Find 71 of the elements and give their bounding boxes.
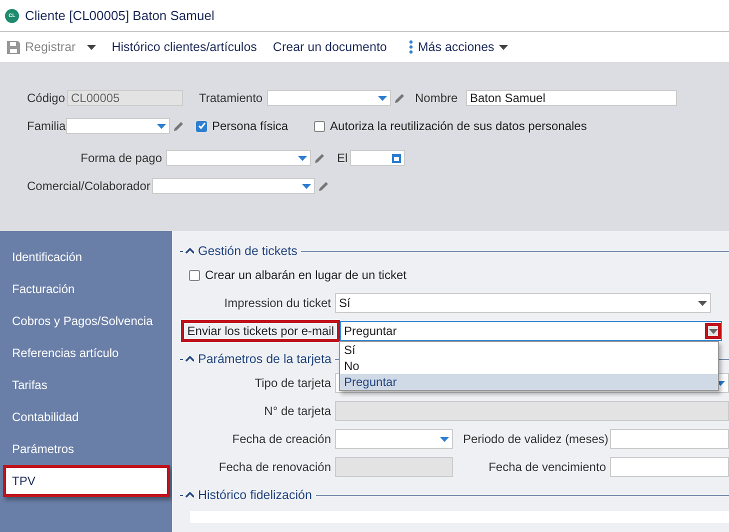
pencil-icon[interactable] bbox=[394, 92, 405, 104]
dropdown-option[interactable]: Preguntar bbox=[340, 374, 718, 390]
caret-icon bbox=[716, 380, 725, 386]
dropdown-field[interactable]: Preguntar bbox=[340, 321, 722, 341]
field-label: El bbox=[337, 151, 349, 165]
save-icon bbox=[7, 40, 20, 54]
sidebar-item[interactable]: Referencias artículo bbox=[0, 337, 172, 369]
field-label: Fecha de renovación bbox=[218, 460, 332, 474]
field-label: Tratamiento bbox=[199, 91, 264, 105]
pencil-icon[interactable] bbox=[318, 180, 329, 192]
text-field[interactable] bbox=[610, 457, 729, 477]
dropdown-field[interactable] bbox=[267, 90, 391, 106]
toolbar-button[interactable]: Más acciones bbox=[408, 40, 508, 54]
caret-icon bbox=[708, 328, 718, 334]
field-label: Impression du ticket bbox=[223, 296, 332, 310]
caret-icon bbox=[86, 44, 96, 50]
pencil-icon[interactable] bbox=[173, 120, 184, 132]
field-label: Tipo de tarjeta bbox=[254, 376, 332, 390]
checkbox-label: Autoriza la reutilización de sus datos personales bbox=[330, 119, 587, 133]
window-title: Cliente [CL00005] Baton Samuel bbox=[25, 8, 214, 23]
caret-icon bbox=[157, 124, 166, 128]
text-field[interactable] bbox=[610, 429, 729, 449]
caret-icon bbox=[698, 300, 707, 306]
field-label: Periodo de validez (meses) bbox=[463, 432, 610, 446]
sidebar-item[interactable]: Facturación bbox=[0, 273, 172, 305]
section-title: Parámetros de la tarjeta bbox=[198, 352, 332, 366]
dropdown-field[interactable]: Sí bbox=[335, 293, 711, 313]
sidebar-item[interactable]: Identificación bbox=[0, 241, 172, 273]
calendar-icon[interactable] bbox=[392, 154, 401, 162]
dropdown-field[interactable] bbox=[152, 178, 315, 194]
section-title: Gestión de tickets bbox=[198, 244, 298, 258]
field-label: Fecha de vencimiento bbox=[488, 460, 607, 474]
field-label: Nombre bbox=[415, 91, 459, 105]
dropdown-field[interactable] bbox=[166, 150, 311, 166]
sidebar-item[interactable]: Parámetros bbox=[0, 433, 172, 465]
checkbox[interactable] bbox=[196, 120, 207, 132]
dropdown-button[interactable] bbox=[705, 323, 721, 339]
checkbox-label: Persona física bbox=[212, 119, 288, 133]
checkbox[interactable] bbox=[189, 270, 200, 280]
caret-icon bbox=[302, 184, 311, 188]
caret-icon bbox=[440, 436, 449, 442]
field-label: Comercial/Colaborador bbox=[27, 179, 152, 193]
pencil-icon[interactable] bbox=[314, 152, 325, 164]
field-label: Fecha de creación bbox=[231, 432, 332, 446]
sidebar-item[interactable]: Cobros y Pagos/Solvencia bbox=[0, 305, 172, 337]
date-field[interactable] bbox=[335, 429, 453, 449]
collapse-icon[interactable] bbox=[180, 248, 194, 254]
field-label: Forma de pago bbox=[80, 151, 163, 165]
text-field[interactable]: Baton Samuel bbox=[466, 90, 677, 106]
checkbox[interactable] bbox=[314, 120, 326, 132]
field-label: N° de tarjeta bbox=[263, 404, 332, 418]
field-label: Familia bbox=[27, 119, 66, 133]
dropdown-option[interactable]: No bbox=[340, 358, 718, 374]
caret-icon bbox=[378, 96, 387, 100]
sidebar-item[interactable]: TPV bbox=[3, 465, 170, 497]
caret-icon bbox=[499, 44, 508, 50]
caret-icon bbox=[298, 156, 307, 160]
dropdown-option[interactable]: Sí bbox=[340, 342, 718, 358]
date-field[interactable] bbox=[350, 150, 405, 166]
field-label: Código bbox=[27, 91, 66, 105]
checkbox-label: Crear un albarán en lugar de un ticket bbox=[205, 268, 406, 282]
kebab-icon bbox=[408, 40, 413, 54]
collapse-icon[interactable] bbox=[180, 356, 194, 362]
sidebar-item[interactable]: Tarifas bbox=[0, 369, 172, 401]
dropdown-field[interactable] bbox=[66, 118, 170, 134]
collapse-icon[interactable] bbox=[180, 492, 194, 498]
section-title: Histórico fidelización bbox=[198, 488, 312, 502]
toolbar-button[interactable]: Crear un documento bbox=[272, 40, 387, 54]
field-label: Enviar los tickets por e-mail bbox=[181, 320, 340, 342]
toolbar-button[interactable]: Histórico clientes/artículos bbox=[112, 40, 257, 54]
sidebar-item[interactable]: Contabilidad bbox=[0, 401, 172, 433]
